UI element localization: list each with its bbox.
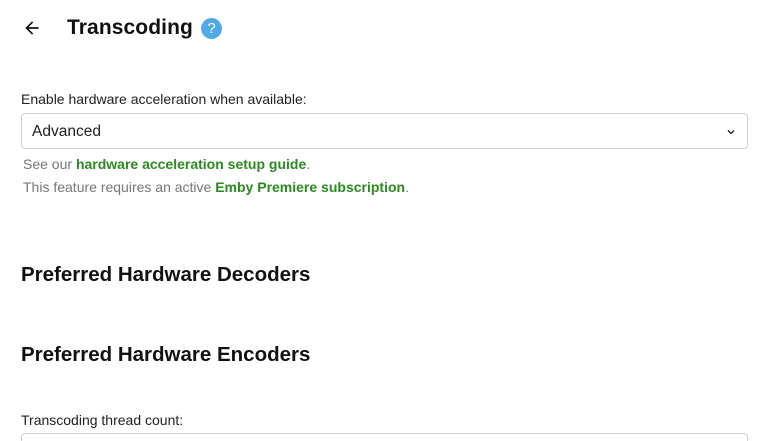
hardware-acceleration-selected-value: Advanced [32,123,101,140]
setup-guide-prefix: See our [23,156,76,172]
page-title: Transcoding [67,16,193,39]
transcoding-settings-page: Transcoding ? Enable hardware accelerati… [0,0,772,441]
chevron-down-icon [727,130,735,135]
thread-count-label: Transcoding thread count: [21,412,184,428]
setup-guide-help-text: See our hardware acceleration setup guid… [23,155,310,173]
setup-guide-link[interactable]: hardware acceleration setup guide [76,156,306,172]
back-button[interactable] [18,14,46,42]
premiere-subscription-link[interactable]: Emby Premiere subscription [215,179,405,195]
preferred-decoders-heading: Preferred Hardware Decoders [21,263,311,286]
arrow-left-icon [25,21,39,35]
premiere-prefix: This feature requires an active [23,179,216,195]
hardware-acceleration-select[interactable]: Advanced [21,113,748,149]
hardware-acceleration-label: Enable hardware acceleration when availa… [21,91,307,107]
thread-count-select[interactable] [21,433,748,441]
page-header: Transcoding ? [0,0,772,56]
premiere-help-text: This feature requires an active Emby Pre… [23,178,409,196]
premiere-suffix: . [405,179,409,195]
preferred-encoders-heading: Preferred Hardware Encoders [21,343,311,366]
setup-guide-suffix: . [306,156,311,172]
question-mark-icon[interactable]: ? [201,18,222,39]
